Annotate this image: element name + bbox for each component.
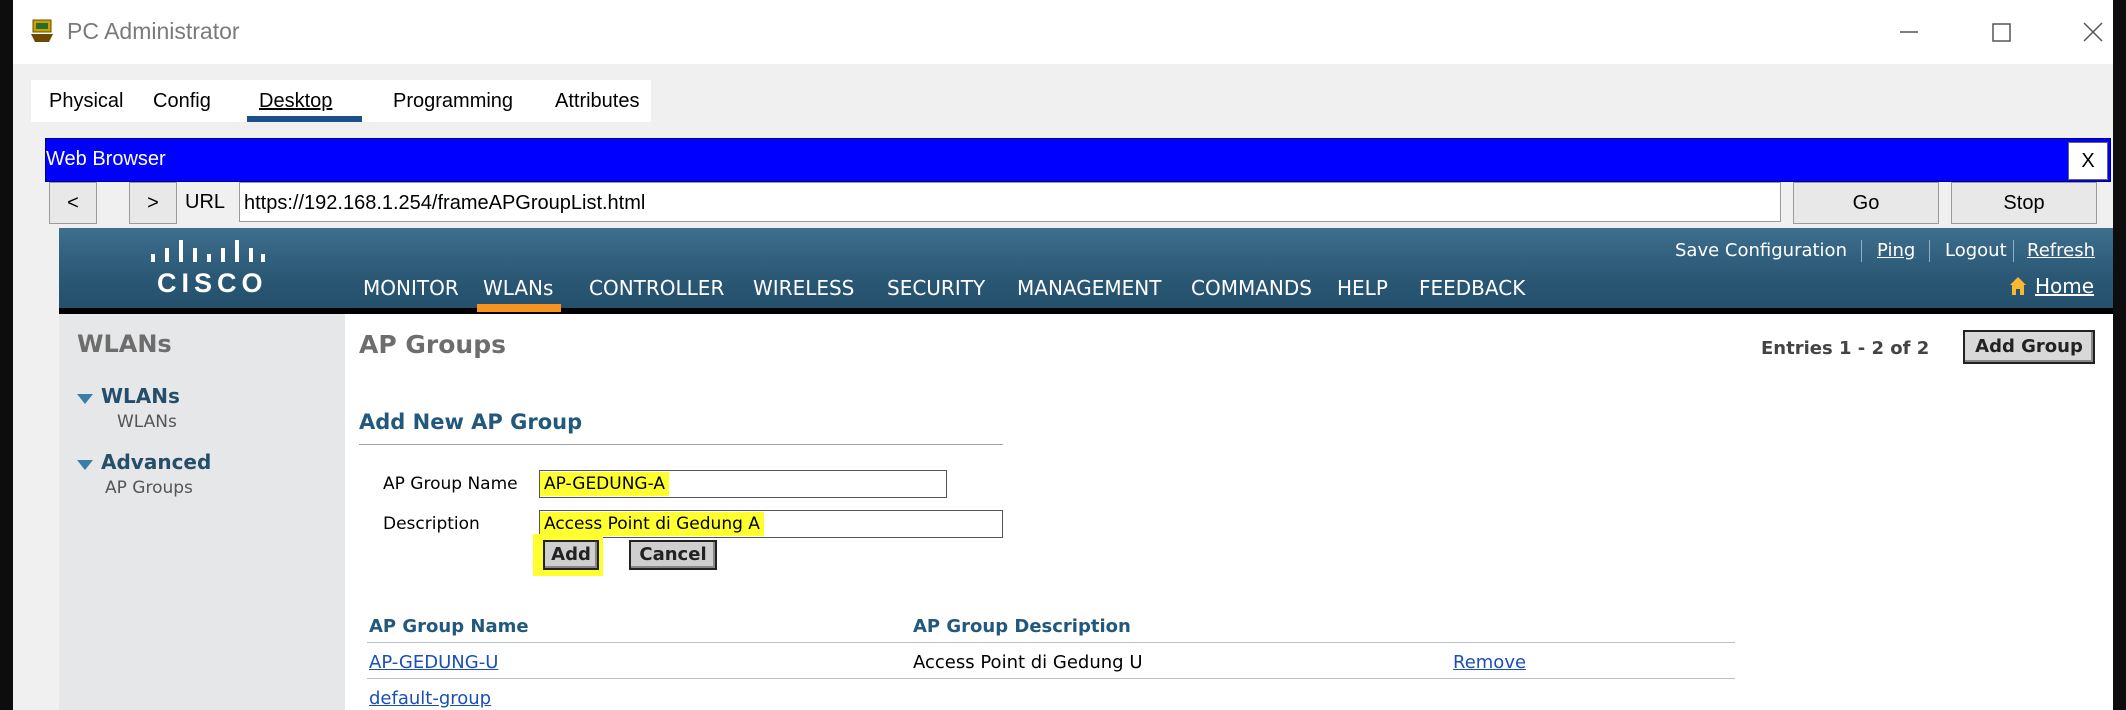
ap-group-name-value: AP-GEDUNG-A (540, 472, 669, 496)
expand-triangle-icon[interactable] (77, 394, 93, 404)
tab-physical[interactable]: Physical (49, 80, 123, 122)
divider (359, 444, 1003, 445)
menu-commands[interactable]: COMMANDS (1191, 276, 1312, 300)
menu-security[interactable]: SECURITY (887, 276, 985, 300)
sidebar: WLANs WLANs WLANs Advanced AP Groups (59, 314, 345, 710)
tab-attributes[interactable]: Attributes (555, 80, 639, 122)
divider (1861, 240, 1862, 262)
cisco-header: CISCO Save Configuration Ping Logout Ref… (59, 228, 2113, 308)
menu-controller[interactable]: CONTROLLER (589, 276, 724, 300)
menu-feedback[interactable]: FEEDBACK (1419, 276, 1525, 300)
close-icon[interactable] (2073, 12, 2113, 52)
title-bar: PC Administrator (13, 0, 2113, 64)
cancel-button[interactable]: Cancel (629, 540, 717, 570)
url-input[interactable]: https://192.168.1.254/frameAPGroupList.h… (239, 182, 1781, 222)
menu-wlans[interactable]: WLANs (483, 276, 553, 300)
divider (1929, 240, 1930, 262)
forward-button[interactable]: > (129, 182, 177, 224)
sidebar-item-ap-groups[interactable]: AP Groups (105, 478, 193, 498)
header-divider (59, 308, 2113, 314)
divider (2013, 240, 2014, 262)
add-section-title: Add New AP Group (359, 410, 583, 434)
divider (367, 678, 1735, 679)
web-browser: Web Browser X < > URL https://192.168.1.… (45, 136, 2113, 710)
stop-button[interactable]: Stop (1951, 182, 2097, 224)
menu-help[interactable]: HELP (1337, 276, 1388, 300)
window-title: PC Administrator (67, 18, 240, 44)
remove-link[interactable]: Remove (1453, 652, 1526, 673)
save-configuration-link[interactable]: Save Configuration (1675, 240, 1847, 261)
minimize-icon[interactable] (1889, 12, 1929, 52)
tab-config[interactable]: Config (153, 80, 211, 122)
cisco-logo-text: CISCO (157, 268, 268, 298)
browser-close-button[interactable]: X (2068, 142, 2108, 180)
url-label: URL (185, 191, 226, 213)
column-header-name: AP Group Name (369, 616, 529, 637)
table-row-name[interactable]: default-group (369, 688, 491, 709)
sidebar-group-advanced[interactable]: Advanced (101, 450, 211, 474)
add-group-button[interactable]: Add Group (1963, 330, 2095, 364)
table-row-description: Access Point di Gedung U (913, 652, 1143, 673)
browser-nav-row: < > URL https://192.168.1.254/frameAPGro… (45, 182, 2113, 226)
menu-wireless[interactable]: WIRELESS (753, 276, 854, 300)
add-button[interactable]: Add (543, 540, 599, 570)
ap-group-name-input[interactable]: AP-GEDUNG-A (539, 470, 947, 498)
ping-link[interactable]: Ping (1877, 240, 1915, 261)
page-title: AP Groups (359, 330, 506, 359)
sidebar-group-wlans[interactable]: WLANs (101, 384, 180, 408)
description-label: Description (383, 514, 480, 534)
home-icon (2010, 277, 2026, 295)
tab-programming[interactable]: Programming (393, 80, 513, 122)
sidebar-item-wlans[interactable]: WLANs (117, 412, 177, 432)
browser-title-bar: Web Browser X (45, 138, 2111, 182)
description-input[interactable]: Access Point di Gedung A (539, 510, 1003, 538)
expand-triangle-icon[interactable] (77, 460, 93, 470)
divider (367, 642, 1735, 643)
home-link[interactable]: Home (2035, 274, 2094, 298)
column-header-description: AP Group Description (913, 616, 1131, 637)
pc-window: PC Administrator Physical Config Desktop… (13, 0, 2113, 710)
back-button[interactable]: < (49, 182, 97, 224)
active-menu-indicator (477, 304, 561, 312)
browser-title: Web Browser (46, 148, 166, 170)
entries-count: Entries 1 - 2 of 2 (1761, 338, 1930, 359)
logout-link[interactable]: Logout (1945, 240, 2007, 261)
ap-group-name-label: AP Group Name (383, 474, 518, 494)
sidebar-title: WLANs (77, 330, 172, 358)
active-tab-indicator (247, 116, 362, 122)
menu-monitor[interactable]: MONITOR (363, 276, 459, 300)
maximize-icon[interactable] (1981, 12, 2021, 52)
cisco-logo-icon (151, 240, 265, 262)
table-row-name[interactable]: AP-GEDUNG-U (369, 652, 498, 673)
go-button[interactable]: Go (1793, 182, 1939, 224)
description-value: Access Point di Gedung A (540, 512, 764, 536)
cisco-wlc-page: CISCO Save Configuration Ping Logout Ref… (59, 228, 2113, 710)
refresh-link[interactable]: Refresh (2027, 240, 2095, 261)
pc-app-icon (31, 19, 53, 42)
menu-management[interactable]: MANAGEMENT (1017, 276, 1161, 300)
